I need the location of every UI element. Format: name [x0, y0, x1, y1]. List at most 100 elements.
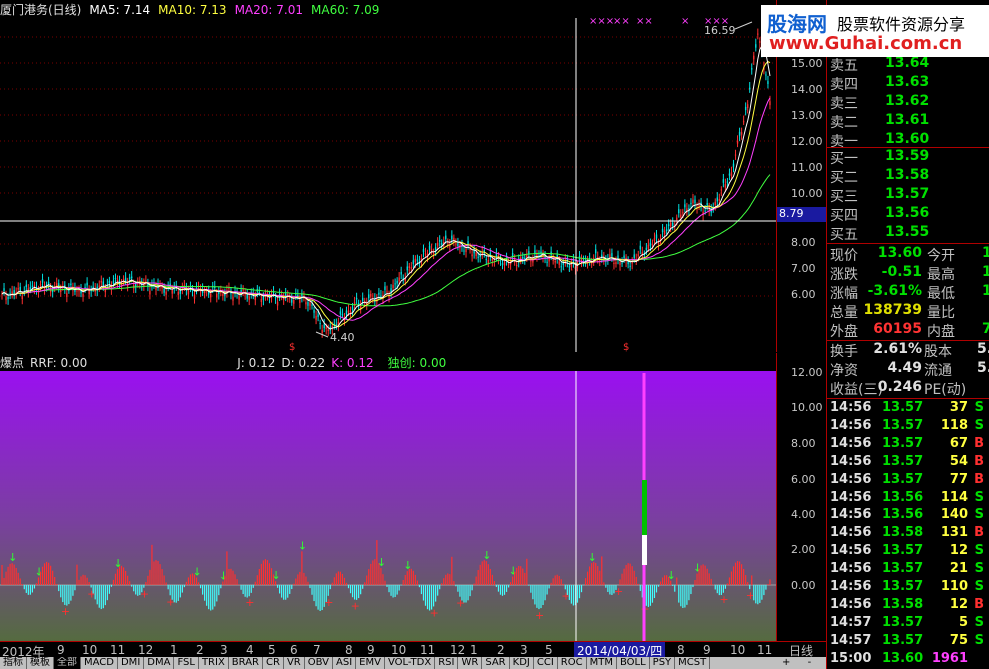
tab-macd[interactable]: MACD: [81, 657, 118, 669]
tab-brar[interactable]: BRAR: [229, 657, 263, 669]
tab-obv[interactable]: OBV: [305, 657, 333, 669]
candle-body: [315, 315, 317, 320]
tab-roc[interactable]: ROC: [558, 657, 587, 669]
indicator-name[interactable]: 爆点: [0, 356, 24, 370]
low-marker: 4.40: [330, 331, 355, 344]
tab-指标[interactable]: 指标: [0, 657, 27, 669]
candle-body: [108, 280, 111, 284]
tick-price: 13.57: [882, 561, 924, 577]
candle-body: [248, 296, 250, 300]
tab-vol-tdx[interactable]: VOL-TDX: [385, 657, 436, 669]
date-tick: 11: [420, 643, 436, 657]
bid-row[interactable]: 买四 13.56: [827, 205, 989, 224]
indicator-bar: [366, 575, 368, 585]
date-tick: 11: [110, 643, 126, 657]
indicator-bar: [534, 585, 536, 605]
stock-title[interactable]: 厦门港务(日线): [0, 3, 81, 17]
tab-sar[interactable]: SAR: [482, 657, 510, 669]
candle-body: [532, 260, 534, 263]
quote-value: 1: [982, 245, 989, 261]
ask-row[interactable]: 卖四 13.63: [827, 74, 989, 93]
indicator-bar: [651, 585, 654, 603]
tab-dma[interactable]: DMA: [144, 657, 175, 669]
tick-row: 14:56 13.56 140 S: [827, 507, 989, 525]
bid-row[interactable]: 买一 13.59: [827, 148, 989, 167]
indicator-bar: [580, 585, 583, 593]
tab-kdj[interactable]: KDJ: [510, 657, 534, 669]
quote-row: 涨幅 -3.61% 最低 1: [827, 283, 989, 302]
ask-row[interactable]: 卖五 13.64: [827, 55, 989, 74]
signal-column-white: [642, 535, 647, 565]
date-tick: 9: [57, 643, 65, 657]
candle-body: [471, 254, 473, 257]
tab-fsl[interactable]: FSL: [174, 657, 199, 669]
tab-cr[interactable]: CR: [263, 657, 284, 669]
bid-row[interactable]: 买五 13.55: [827, 224, 989, 243]
tab-boll[interactable]: BOLL: [617, 657, 650, 669]
tab-asi[interactable]: ASI: [333, 657, 357, 669]
tab-mcst[interactable]: MCST: [675, 657, 711, 669]
tab-全部[interactable]: 全部: [54, 657, 81, 669]
tab-vr[interactable]: VR: [284, 657, 305, 669]
tab-mtm[interactable]: MTM: [587, 657, 617, 669]
tab-trix[interactable]: TRIX: [199, 657, 229, 669]
indicator-bar: [260, 563, 262, 585]
bid-label: 买四: [830, 208, 858, 224]
candle-body: [309, 302, 311, 306]
indicator-chart[interactable]: ↓↓++↓++↓↓+↓↓++↓↓++↓↓++↓++↓↓++: [0, 353, 776, 641]
bid-row[interactable]: 买三 13.57: [827, 186, 989, 205]
kline-chart[interactable]: ××××× ×× × ××× $ $ 16.59 4.40: [0, 0, 776, 352]
indicator-bar: [149, 569, 151, 585]
tab-模板[interactable]: 模板: [27, 657, 54, 669]
candle-body: [398, 277, 400, 282]
candle-body: [98, 285, 100, 288]
tab-dmi[interactable]: DMI: [118, 657, 145, 669]
indicator-bar: [343, 577, 346, 585]
indicator-bar: [7, 566, 9, 585]
candle-body: [171, 289, 173, 294]
banner-url[interactable]: www.Guhai.com.cn: [769, 33, 962, 54]
tab-psy[interactable]: PSY: [650, 657, 676, 669]
candle-body: [554, 260, 556, 263]
ind-tick: 10.00: [791, 401, 823, 414]
zoom-in-button[interactable]: +: [782, 657, 790, 668]
tab-cci[interactable]: CCI: [534, 657, 558, 669]
bid-row[interactable]: 买二 13.58: [827, 167, 989, 186]
tick-row: 14:56 13.57 21 S: [827, 561, 989, 579]
indicator-bar: [530, 585, 532, 593]
candle-body: [274, 296, 277, 299]
ask-row[interactable]: 卖二 13.61: [827, 112, 989, 131]
indicator-bar: [264, 559, 267, 585]
tick-side: S: [974, 579, 984, 594]
date-tick: 7: [313, 643, 321, 657]
finance-value: 2.61%: [873, 341, 922, 357]
date-axis: 2012年91011121234567891011121235678910112…: [0, 641, 776, 659]
candle-body: [114, 277, 117, 279]
candle-body: [396, 280, 398, 284]
tab-wr[interactable]: WR: [458, 657, 483, 669]
indicator-bar: [173, 585, 175, 603]
indicator-bar: [131, 585, 133, 587]
ask-row[interactable]: 卖三 13.62: [827, 93, 989, 112]
buy-arrow-icon: ↓: [193, 566, 202, 579]
candle-body: [432, 253, 435, 255]
period-button[interactable]: 日线: [776, 641, 826, 658]
tab-emv[interactable]: EMV: [356, 657, 385, 669]
date-tick: 1: [470, 643, 478, 657]
finance-row: 换手 2.61%股本 5.: [827, 341, 989, 360]
tick-volume: 54: [949, 453, 968, 469]
indicator-bar: [501, 585, 504, 596]
tick-volume: 77: [949, 471, 968, 487]
indicator-bar: [226, 551, 228, 585]
indicator-bar: [258, 568, 260, 585]
indicator-bar: [522, 568, 524, 585]
indicator-bar: [165, 582, 167, 585]
indicator-bar: [349, 585, 352, 594]
indicator-bar: [645, 585, 647, 606]
price-tick: 12.00: [791, 135, 823, 148]
tab-rsi[interactable]: RSI: [435, 657, 459, 669]
tick-row: 14:56 13.58 131 B: [827, 525, 989, 543]
candle-body: [258, 292, 261, 294]
zoom-out-button[interactable]: -: [808, 657, 812, 668]
candle-body: [122, 279, 125, 281]
